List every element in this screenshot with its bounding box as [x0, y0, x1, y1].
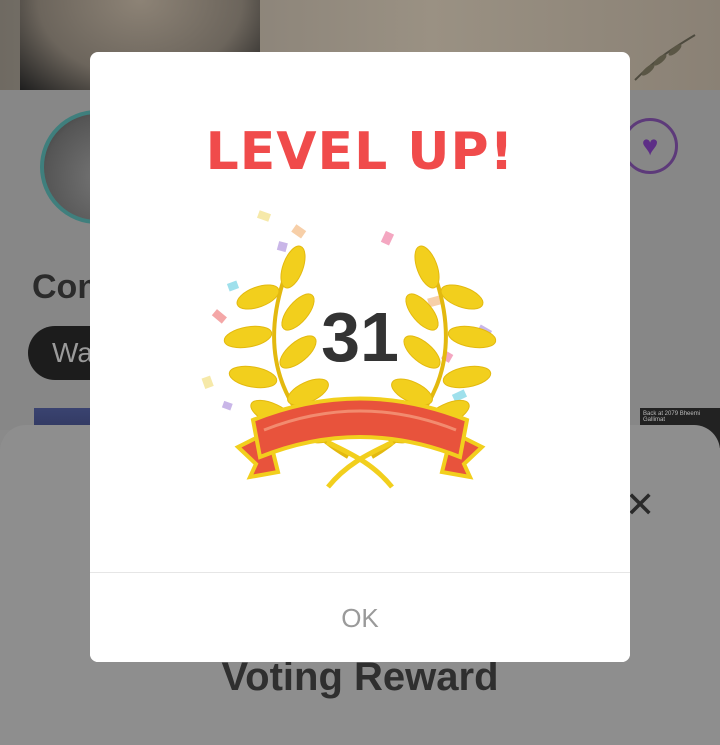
ok-button[interactable]: OK — [90, 573, 630, 662]
level-number: 31 — [321, 298, 399, 376]
level-up-dialog: LEVEL UP! 31 OK — [90, 52, 630, 662]
heart-icon: ♥ — [641, 130, 659, 161]
thumbnail-caption: Back at 2079 Bheemi Gallimat — [643, 411, 701, 423]
heart-button[interactable]: ♥ — [622, 118, 678, 174]
leaf-decoration-icon — [634, 34, 696, 81]
profile-name: Con — [32, 268, 99, 306]
dialog-title: LEVEL UP! — [205, 122, 515, 182]
